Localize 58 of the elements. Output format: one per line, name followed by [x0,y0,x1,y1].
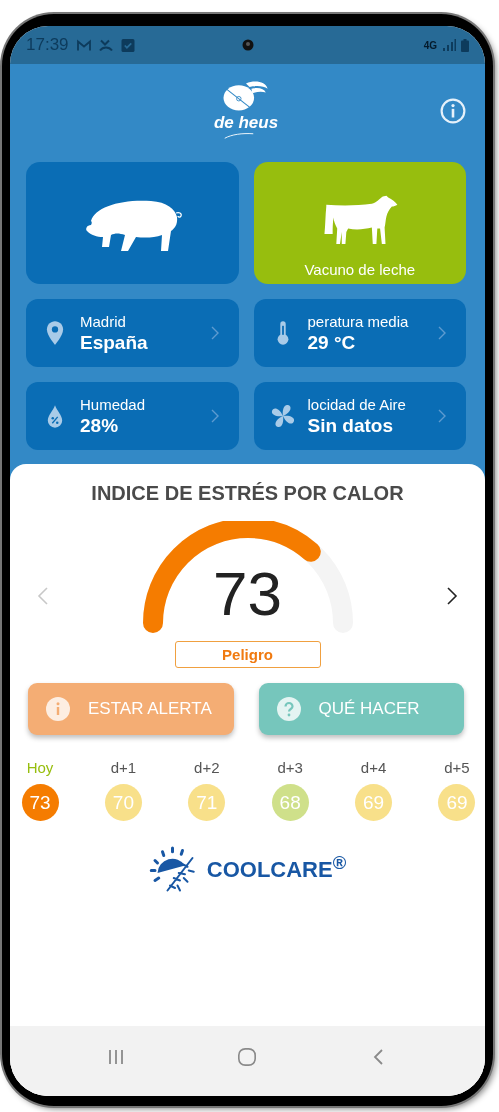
condition-label: locidad de Aire [307,395,407,413]
camera-icon [241,39,254,51]
condition-tile[interactable]: Madrid España [26,299,239,367]
condition-value: España [80,331,149,354]
forecast-day[interactable]: d+1 70 [101,759,146,821]
forecast-day[interactable]: d+4 69 [351,759,396,821]
index-value: 73 [213,559,282,629]
chevron-left-icon [37,587,49,605]
brand-name: COOLCARE$^{®}$ [206,852,347,884]
help-icon [276,697,301,721]
chevron-right-icon [446,587,458,605]
home-button[interactable] [237,1047,258,1067]
next-button[interactable] [445,587,459,607]
animal-tile[interactable] [26,162,239,284]
condition-label: Madrid [80,312,127,330]
fan-icon [269,403,296,429]
condition-label: peratura media [307,312,410,330]
forecast-day[interactable]: d+2 71 [184,759,229,821]
index-dot: 69 [438,784,476,821]
day-label: d+1 [110,759,137,776]
index-dot: 70 [104,784,142,821]
logo-text: de heus [213,114,279,132]
chevron-right-icon [210,326,219,340]
forecast-day[interactable]: d+5 69 [434,759,479,821]
risk-level-label: Peligro [174,641,321,668]
day-label: d+4 [360,759,387,776]
checkbox-icon [120,38,135,52]
info-button[interactable] [440,98,466,124]
chevron-right-icon [438,326,446,340]
condition-label: Humedad [80,395,147,413]
chevron-right-icon [210,409,219,423]
condition-tile[interactable]: locidad de Aire Sin datos [253,382,466,450]
day-label: d+5 [444,759,470,776]
chevron-right-icon [438,409,446,423]
condition-value: 28% [80,414,120,437]
condition-tile[interactable]: Humedad 28% [26,382,239,450]
signal-icon [442,39,456,51]
mail-icon [76,38,91,52]
location-pin-icon [46,319,64,347]
day-label: Hoy [26,759,54,776]
battery-icon [461,38,469,52]
index-dot: 69 [355,784,393,821]
network-label: 4G [423,39,437,51]
index-dot: 71 [188,784,226,821]
day-label: d+3 [277,759,303,776]
condition-value: Sin datos [307,414,394,437]
index-dot: 68 [271,784,309,821]
swoosh-icon [224,132,254,140]
day-label: d+2 [194,759,220,776]
condition-tile[interactable]: peratura media 29 °C [253,299,466,367]
status-time: 17:39 [26,35,69,55]
section-title: INDICE DE ESTRÉS POR CALOR [90,482,405,505]
info-icon [440,98,466,124]
forecast-day[interactable]: d+3 68 [268,759,313,821]
missed-call-icon [98,38,113,52]
info-icon [46,697,70,721]
index-dot: 73 [21,784,59,821]
condition-value: 29 °C [307,331,357,354]
